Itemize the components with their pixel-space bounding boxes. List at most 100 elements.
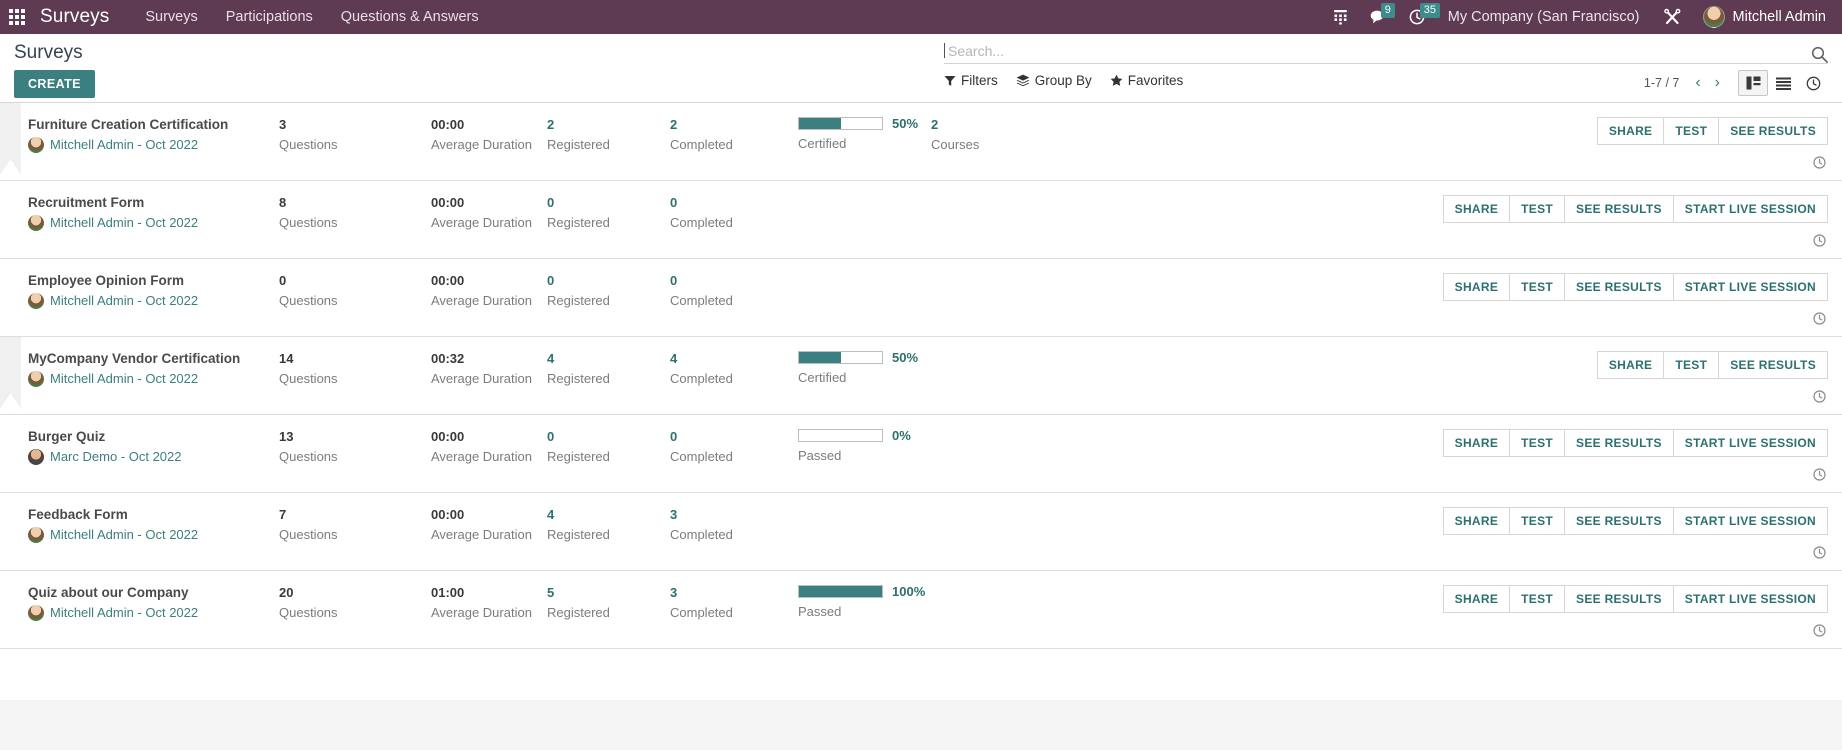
survey-name[interactable]: Employee Opinion Form — [28, 272, 279, 289]
survey-name[interactable]: Recruitment Form — [28, 194, 279, 211]
share-button[interactable]: SHARE — [1596, 117, 1664, 145]
courses-value[interactable]: 2 — [931, 116, 1051, 133]
activity-view-icon[interactable] — [1798, 70, 1828, 96]
chevron-right-icon[interactable]: › — [1709, 75, 1726, 91]
survey-card[interactable]: Feedback Form Mitchell Admin - Oct 2022 7 Q… — [0, 493, 1842, 571]
survey-card[interactable]: Recruitment Form Mitchell Admin - Oct 202… — [0, 181, 1842, 259]
test-button[interactable]: TEST — [1663, 117, 1719, 145]
clock-icon[interactable] — [1813, 234, 1826, 252]
nav-item-participations[interactable]: Participations — [212, 0, 327, 34]
survey-name[interactable]: Furniture Creation Certification — [28, 116, 279, 133]
registered-value[interactable]: 4 — [547, 350, 670, 367]
survey-name[interactable]: MyCompany Vendor Certification — [28, 350, 279, 367]
survey-card[interactable]: Quiz about our Company Mitchell Admin - O… — [0, 571, 1842, 649]
telephone-keypad-icon[interactable] — [1322, 0, 1359, 34]
create-button[interactable]: CREATE — [14, 70, 95, 98]
survey-author: Mitchell Admin - Oct 2022 — [28, 293, 279, 309]
share-button[interactable]: SHARE — [1442, 273, 1510, 301]
progress-bar — [798, 585, 883, 598]
tools-icon[interactable] — [1652, 0, 1693, 34]
see-results-button[interactable]: SEE RESULTS — [1718, 351, 1828, 379]
survey-name[interactable]: Quiz about our Company — [28, 584, 279, 601]
see-results-button[interactable]: SEE RESULTS — [1564, 195, 1673, 223]
survey-author-label[interactable]: Marc Demo - Oct 2022 — [50, 449, 182, 465]
survey-name[interactable]: Feedback Form — [28, 506, 279, 523]
clock-icon[interactable] — [1813, 546, 1826, 564]
share-button[interactable]: SHARE — [1596, 351, 1664, 379]
clock-icon[interactable] — [1813, 468, 1826, 486]
start-live-session-button[interactable]: START LIVE SESSION — [1672, 429, 1828, 457]
completed-label: Completed — [670, 137, 733, 152]
start-live-session-button[interactable]: START LIVE SESSION — [1672, 507, 1828, 535]
app-brand[interactable]: Surveys — [40, 6, 109, 28]
test-button[interactable]: TEST — [1509, 507, 1565, 535]
see-results-button[interactable]: SEE RESULTS — [1564, 507, 1673, 535]
completed-value[interactable]: 3 — [670, 584, 798, 601]
start-live-session-button[interactable]: START LIVE SESSION — [1672, 273, 1828, 301]
clock-icon[interactable] — [1813, 390, 1826, 408]
share-button[interactable]: SHARE — [1442, 195, 1510, 223]
survey-card[interactable]: Employee Opinion Form Mitchell Admin - Oc… — [0, 259, 1842, 337]
registered-label: Registered — [547, 605, 610, 620]
test-button[interactable]: TEST — [1509, 585, 1565, 613]
survey-name[interactable]: Burger Quiz — [28, 428, 279, 445]
share-button[interactable]: SHARE — [1442, 507, 1510, 535]
company-switcher[interactable]: My Company (San Francisco) — [1436, 9, 1652, 25]
registered-value[interactable]: 5 — [547, 584, 670, 601]
clock-icon[interactable] — [1813, 156, 1826, 174]
activity-clock-icon[interactable]: 35 — [1398, 0, 1440, 34]
completed-value[interactable]: 0 — [670, 428, 798, 445]
favorites-button[interactable]: Favorites — [1110, 73, 1183, 88]
see-results-button[interactable]: SEE RESULTS — [1564, 273, 1673, 301]
searchbar[interactable] — [944, 40, 1828, 64]
completed-value[interactable]: 4 — [670, 350, 798, 367]
chevron-left-icon[interactable]: ‹ — [1689, 75, 1706, 91]
messaging-icon[interactable]: 9 — [1359, 0, 1398, 34]
see-results-button[interactable]: SEE RESULTS — [1718, 117, 1828, 145]
test-button[interactable]: TEST — [1509, 429, 1565, 457]
survey-card[interactable]: Burger Quiz Marc Demo - Oct 2022 13 Questio… — [0, 415, 1842, 493]
registered-value[interactable]: 0 — [547, 272, 670, 289]
nav-item-questions-answers[interactable]: Questions & Answers — [327, 0, 493, 34]
share-button[interactable]: SHARE — [1442, 585, 1510, 613]
start-live-session-button[interactable]: START LIVE SESSION — [1672, 585, 1828, 613]
survey-author: Mitchell Admin - Oct 2022 — [28, 137, 279, 153]
see-results-button[interactable]: SEE RESULTS — [1564, 429, 1673, 457]
completed-cell: 3 Completed — [670, 584, 798, 621]
start-live-session-button[interactable]: START LIVE SESSION — [1672, 195, 1828, 223]
nav-item-surveys[interactable]: Surveys — [131, 0, 211, 34]
apps-grid-icon[interactable] — [6, 6, 28, 28]
search-input[interactable] — [946, 41, 1828, 60]
completed-value[interactable]: 3 — [670, 506, 798, 523]
test-button[interactable]: TEST — [1509, 273, 1565, 301]
list-view-icon[interactable] — [1768, 70, 1798, 96]
clock-icon[interactable] — [1813, 624, 1826, 642]
survey-author-label[interactable]: Mitchell Admin - Oct 2022 — [50, 527, 198, 543]
share-button[interactable]: SHARE — [1442, 429, 1510, 457]
completed-value[interactable]: 2 — [670, 116, 798, 133]
survey-author-label[interactable]: Mitchell Admin - Oct 2022 — [50, 215, 198, 231]
survey-author-label[interactable]: Mitchell Admin - Oct 2022 — [50, 605, 198, 621]
group-by-button[interactable]: Group By — [1016, 73, 1092, 88]
test-button[interactable]: TEST — [1509, 195, 1565, 223]
registered-value[interactable]: 0 — [547, 428, 670, 445]
registered-value[interactable]: 4 — [547, 506, 670, 523]
test-button[interactable]: TEST — [1663, 351, 1719, 379]
completed-value[interactable]: 0 — [670, 194, 798, 211]
clock-icon[interactable] — [1813, 312, 1826, 330]
survey-author-label[interactable]: Mitchell Admin - Oct 2022 — [50, 293, 198, 309]
survey-card[interactable]: Furniture Creation Certification Mitchell… — [0, 103, 1842, 181]
see-results-button[interactable]: SEE RESULTS — [1564, 585, 1673, 613]
registered-cell: 0 Registered — [547, 428, 670, 465]
completed-value[interactable]: 0 — [670, 272, 798, 289]
survey-author-label[interactable]: Mitchell Admin - Oct 2022 — [50, 371, 198, 387]
filters-button[interactable]: Filters — [944, 73, 998, 88]
user-menu[interactable]: Mitchell Admin — [1693, 6, 1832, 28]
registered-value[interactable]: 2 — [547, 116, 670, 133]
registered-value[interactable]: 0 — [547, 194, 670, 211]
search-icon[interactable] — [1811, 46, 1828, 68]
survey-author-label[interactable]: Mitchell Admin - Oct 2022 — [50, 137, 198, 153]
kanban-view-icon[interactable] — [1738, 70, 1768, 96]
registered-cell: 2 Registered — [547, 116, 670, 153]
survey-card[interactable]: MyCompany Vendor Certification Mitchell A… — [0, 337, 1842, 415]
